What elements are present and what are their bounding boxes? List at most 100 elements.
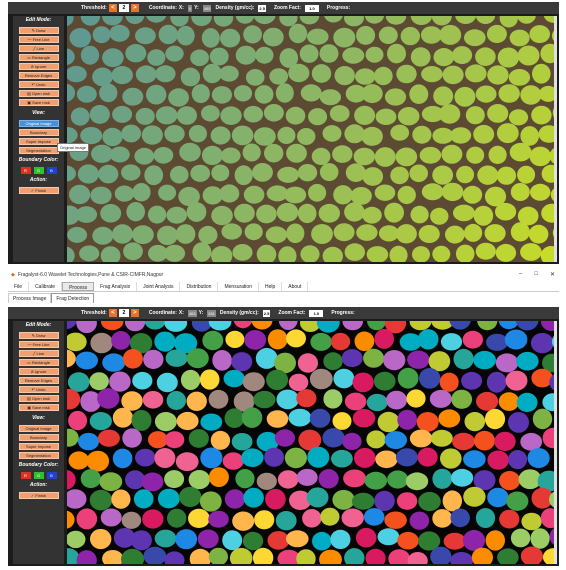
finish-button[interactable]: ✓ Finish: [18, 492, 59, 499]
density-input[interactable]: 2.5: [258, 4, 266, 12]
save-msk-button[interactable]: ▣ Save msk: [18, 404, 59, 411]
maximize-button[interactable]: □: [534, 271, 538, 278]
fragment: [141, 125, 163, 145]
fragment: [521, 512, 542, 531]
fragment: [531, 105, 552, 125]
draw-button[interactable]: ✎ Draw: [18, 27, 59, 34]
fragment: [112, 105, 133, 123]
fragment: [530, 528, 550, 549]
menu-calibrate[interactable]: Calibrate: [29, 282, 63, 291]
threshold-value[interactable]: 2: [118, 309, 129, 317]
fragment: [111, 66, 133, 85]
fragment: [76, 321, 97, 334]
button-label: Save msk: [32, 100, 50, 105]
segmentation-button[interactable]: Segmentation: [18, 452, 59, 459]
boundary-color-g[interactable]: G: [33, 167, 44, 174]
super-impose-button[interactable]: Super Impose: [18, 443, 59, 450]
segmentation-button[interactable]: Segmentation: [18, 147, 59, 154]
fragment: [307, 28, 329, 45]
button-label: Boundary: [29, 435, 48, 440]
fragment: [67, 530, 86, 549]
undo-button[interactable]: ↶ Undo: [18, 81, 59, 88]
minimize-button[interactable]: –: [519, 271, 522, 278]
fragment: [263, 104, 284, 122]
fragment: [366, 393, 388, 412]
tab-process-image[interactable]: Process Image: [8, 293, 52, 303]
boundary-button[interactable]: Boundary: [18, 129, 59, 136]
fragment: [170, 165, 189, 184]
finish-button[interactable]: ✓ Finish: [18, 187, 59, 194]
ignore-button[interactable]: ⊘ Ignore: [18, 63, 59, 70]
threshold-increase-button[interactable]: >: [130, 309, 139, 317]
vertical-scrollbar[interactable]: [554, 321, 557, 564]
save-msk-button[interactable]: ▣ Save msk: [18, 99, 59, 106]
fragment: [486, 371, 507, 393]
fragment: [475, 16, 496, 25]
menu-mensuration[interactable]: Mensuration: [218, 282, 259, 291]
threshold-decrease-button[interactable]: <: [108, 4, 117, 12]
open-msk-button[interactable]: ▤ Open msk: [18, 90, 59, 97]
remove-edges-button[interactable]: Remove Edges: [18, 72, 59, 79]
boundary-color-b[interactable]: B: [46, 472, 57, 479]
undo-button[interactable]: ↶ Undo: [18, 386, 59, 393]
threshold-increase-button[interactable]: >: [130, 4, 139, 12]
segmentation-canvas[interactable]: [67, 321, 557, 564]
fragment: [364, 471, 388, 490]
open-msk-button[interactable]: ▤ Open msk: [18, 395, 59, 402]
menu-joint-analysis[interactable]: Joint Analysis: [137, 282, 181, 291]
menu-about[interactable]: About: [282, 282, 309, 291]
fragment: [180, 369, 201, 390]
fragment: [284, 447, 307, 469]
menu-process[interactable]: Process: [62, 282, 95, 291]
rectangle-button[interactable]: ▭ Rectangle: [18, 54, 59, 61]
menu-distribution[interactable]: Distribution: [180, 282, 219, 291]
menu-file[interactable]: File: [8, 282, 30, 291]
remove-edges-button[interactable]: Remove Edges: [18, 377, 59, 384]
ignore-button[interactable]: ⊘ Ignore: [18, 368, 59, 375]
super-impose-button[interactable]: Super Impose: [18, 138, 59, 145]
density-input[interactable]: 2.5: [262, 309, 271, 317]
menu-help[interactable]: Help: [259, 282, 283, 291]
boundary-color-r[interactable]: R: [20, 472, 31, 479]
boundary-color-row: RGB: [13, 167, 64, 174]
fragment: [274, 429, 295, 447]
original-image-canvas[interactable]: [67, 16, 557, 262]
menu-frag-analysis[interactable]: Frag Analysis: [94, 282, 138, 291]
fragment: [102, 127, 123, 147]
fragment: [517, 45, 540, 66]
fragment: [354, 447, 376, 468]
rectangle-button[interactable]: ▭ Rectangle: [18, 359, 59, 366]
threshold-value[interactable]: 2: [118, 4, 129, 12]
zoom-input[interactable]: 1.0: [309, 309, 324, 317]
segmentation-view[interactable]: [67, 321, 557, 564]
fragment: [135, 27, 156, 45]
boundary-color-b[interactable]: B: [46, 167, 57, 174]
fragment: [146, 16, 167, 23]
vertical-scrollbar[interactable]: [554, 16, 557, 262]
boundary-color-r[interactable]: R: [20, 167, 31, 174]
original-image-view[interactable]: [67, 16, 557, 262]
fragment: [497, 548, 519, 564]
fragment: [242, 372, 265, 392]
fragment: [100, 246, 121, 262]
free-line-button[interactable]: 〰 Free Line: [18, 36, 59, 43]
fragment: [191, 16, 212, 27]
threshold-decrease-button[interactable]: <: [108, 309, 117, 317]
close-button[interactable]: ✕: [550, 271, 555, 278]
original-image-button[interactable]: Original Image: [18, 425, 59, 432]
boundary-button[interactable]: Boundary: [18, 434, 59, 441]
fragment: [508, 412, 529, 433]
line-button[interactable]: ╱ Line: [18, 350, 59, 357]
zoom-input[interactable]: 1.0: [304, 4, 319, 12]
original-image-button[interactable]: Original Image: [18, 120, 59, 127]
free-line-button[interactable]: 〰 Free Line: [18, 341, 59, 348]
fragment: [144, 165, 164, 186]
boundary-color-g[interactable]: G: [33, 472, 44, 479]
tab-frag-detection[interactable]: Frag Detection: [51, 293, 95, 303]
fragment: [98, 164, 119, 184]
draw-button[interactable]: ✎ Draw: [18, 332, 59, 339]
line-button[interactable]: ╱ Line: [18, 45, 59, 52]
fragment: [233, 321, 253, 329]
fragment: [112, 407, 133, 428]
fragment: [529, 25, 550, 44]
